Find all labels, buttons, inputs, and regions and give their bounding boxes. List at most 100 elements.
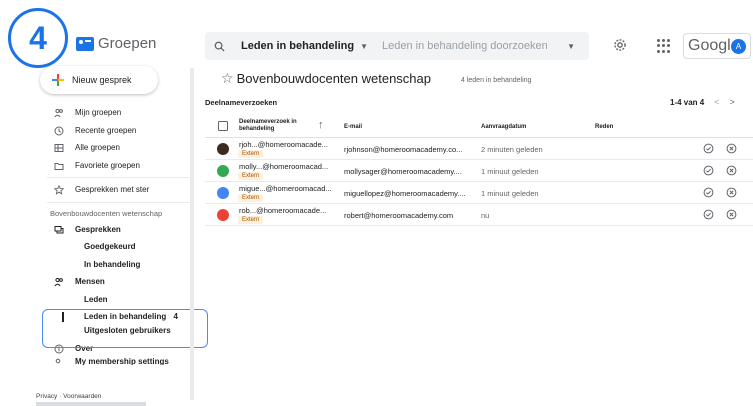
step-number-badge: 4	[8, 8, 68, 68]
divider	[47, 177, 190, 178]
table-header: Deelnameverzoek in behandeling ↑ E-mail …	[205, 116, 753, 138]
new-conversation-label: Nieuw gesprek	[72, 75, 132, 85]
sidebar-item-label: Alle groepen	[75, 143, 120, 153]
column-header-date[interactable]: Aanvraagdatum	[481, 124, 526, 130]
sidebar-item-label: Gesprekken met ster	[75, 185, 150, 195]
reject-icon[interactable]	[726, 209, 737, 220]
member-name: rjoh...@homeroomacade...	[239, 140, 328, 149]
clock-icon	[54, 126, 64, 136]
star-icon	[54, 185, 64, 195]
request-date: nu	[481, 211, 490, 220]
sidebar: Nieuw gesprek Mijn groepen Recente groep…	[30, 64, 208, 406]
sidebar-item-label: My membership settings	[75, 357, 169, 365]
people-icon	[54, 108, 64, 118]
sidebar-item-label: Mijn groepen	[75, 108, 122, 118]
reject-icon[interactable]	[726, 143, 737, 154]
chevron-down-icon[interactable]: ▼	[360, 42, 368, 51]
external-badge: Extern	[238, 216, 264, 224]
table-row[interactable]: rjoh...@homeroomacade... Extern rjohnson…	[205, 138, 753, 160]
request-date: 2 minuten geleden	[481, 145, 543, 154]
avatar[interactable]: A	[731, 39, 746, 54]
sidebar-item-starred[interactable]: Gesprekken met ster	[30, 181, 190, 199]
sidebar-item-members[interactable]: Leden	[30, 291, 190, 309]
avatar	[217, 143, 229, 155]
column-header-email[interactable]: E-mail	[344, 124, 362, 130]
app-header: 4 Groepen Leden in behandeling ▼ Leden i…	[0, 0, 753, 68]
chat-icon	[54, 225, 64, 235]
app-name: Groepen	[98, 35, 157, 52]
sort-arrow-icon[interactable]: ↑	[318, 119, 324, 131]
select-all-checkbox[interactable]	[218, 121, 228, 131]
sidebar-item-my-groups[interactable]: Mijn groepen	[30, 104, 190, 122]
star-icon[interactable]: ☆	[221, 70, 234, 87]
member-email: rjohnson@homeroomacademy.co...	[344, 145, 463, 154]
sidebar-scrollbar[interactable]	[190, 68, 194, 400]
pagination-label: 1-4 van 4	[670, 97, 705, 107]
avatar	[217, 165, 229, 177]
privacy-link[interactable]: Privacy	[36, 393, 57, 400]
sidebar-item-membership-settings[interactable]: My membership settings	[30, 357, 190, 365]
sidebar-item-people[interactable]: Mensen	[30, 273, 190, 291]
chevron-left-icon[interactable]: <	[714, 97, 719, 107]
selection-highlight	[42, 309, 208, 348]
sidebar-item-conversations[interactable]: Gesprekken	[30, 221, 190, 239]
app-logo[interactable]: Groepen	[76, 35, 156, 52]
reject-icon[interactable]	[726, 165, 737, 176]
member-email: robert@homeroomacademy.com	[344, 211, 454, 220]
table-row[interactable]: molly...@homeroomacad... Extern mollysag…	[205, 160, 753, 182]
sidebar-item-all-groups[interactable]: Alle groepen	[30, 139, 190, 157]
footer-divider	[36, 402, 146, 406]
pagination: 1-4 van 4 < >	[670, 97, 735, 107]
groups-logo-icon	[76, 36, 94, 51]
external-badge: Extern	[238, 150, 264, 158]
sidebar-item-label: Favoriete groepen	[75, 160, 140, 170]
footer-links: Privacy · Voorwaarden	[36, 393, 101, 400]
request-date: 1 minuut geleden	[481, 189, 539, 198]
external-badge: Extern	[238, 194, 264, 202]
sidebar-item-approved[interactable]: Goedgekeurd	[30, 238, 190, 256]
person-settings-icon	[54, 358, 64, 365]
section-heading: Deelnameverzoeken	[205, 98, 278, 107]
member-name: migue...@homeroomacad...	[239, 184, 332, 193]
approve-icon[interactable]	[703, 165, 714, 176]
page-title: Bovenbouwdocenten wetenschap	[236, 71, 431, 86]
table-row[interactable]: migue...@homeroomacad... Extern miguello…	[205, 182, 753, 204]
external-badge: Extern	[238, 172, 264, 180]
search-scope-select[interactable]: Leden in behandeling	[241, 40, 354, 52]
new-conversation-button[interactable]: Nieuw gesprek	[40, 66, 158, 94]
sidebar-item-favorite-groups[interactable]: Favoriete groepen	[30, 157, 190, 175]
search-icon[interactable]	[205, 32, 233, 60]
reject-icon[interactable]	[726, 187, 737, 198]
page-title-row: ☆ Bovenbouwdocenten wetenschap 4 leden i…	[221, 70, 531, 87]
table-row[interactable]: rob...@homeroomacade... Extern robert@ho…	[205, 204, 753, 226]
search-input[interactable]: Leden in behandeling doorzoeken	[382, 40, 548, 52]
grid-icon	[54, 143, 64, 153]
member-name: rob...@homeroomacade...	[239, 206, 327, 215]
pending-member-count: 4 leden in behandeling	[461, 77, 532, 84]
avatar	[217, 209, 229, 221]
member-name: molly...@homeroomacad...	[239, 162, 329, 171]
search-options-icon[interactable]: ▼	[567, 42, 575, 51]
approve-icon[interactable]	[703, 187, 714, 198]
sidebar-item-pending-conversations[interactable]: In behandeling	[30, 256, 190, 274]
approve-icon[interactable]	[703, 209, 714, 220]
search-bar[interactable]: Leden in behandeling ▼ Leden in behandel…	[205, 32, 589, 60]
request-date: 1 minuut geleden	[481, 167, 539, 176]
sidebar-item-label: Gesprekken	[75, 224, 121, 234]
chevron-right-icon[interactable]: >	[730, 97, 735, 107]
apps-grid-icon[interactable]	[657, 39, 671, 53]
requests-table: Deelnameverzoek in behandeling ↑ E-mail …	[205, 116, 753, 226]
sidebar-item-label: Recente groepen	[75, 125, 137, 135]
account-switcher[interactable]: Google A	[683, 33, 751, 59]
column-header-reason[interactable]: Reden	[595, 124, 613, 130]
approve-icon[interactable]	[703, 143, 714, 154]
folder-icon	[54, 161, 64, 171]
sidebar-item-recent-groups[interactable]: Recente groepen	[30, 122, 190, 140]
avatar	[217, 187, 229, 199]
sidebar-item-label: Mensen	[75, 277, 105, 287]
column-header-request[interactable]: Deelnameverzoek in behandeling	[239, 119, 319, 133]
terms-link[interactable]: Voorwaarden	[63, 393, 101, 400]
people-icon	[54, 277, 64, 287]
member-email: miguellopez@homeroomacademy....	[344, 189, 466, 198]
gear-icon[interactable]	[613, 38, 629, 54]
